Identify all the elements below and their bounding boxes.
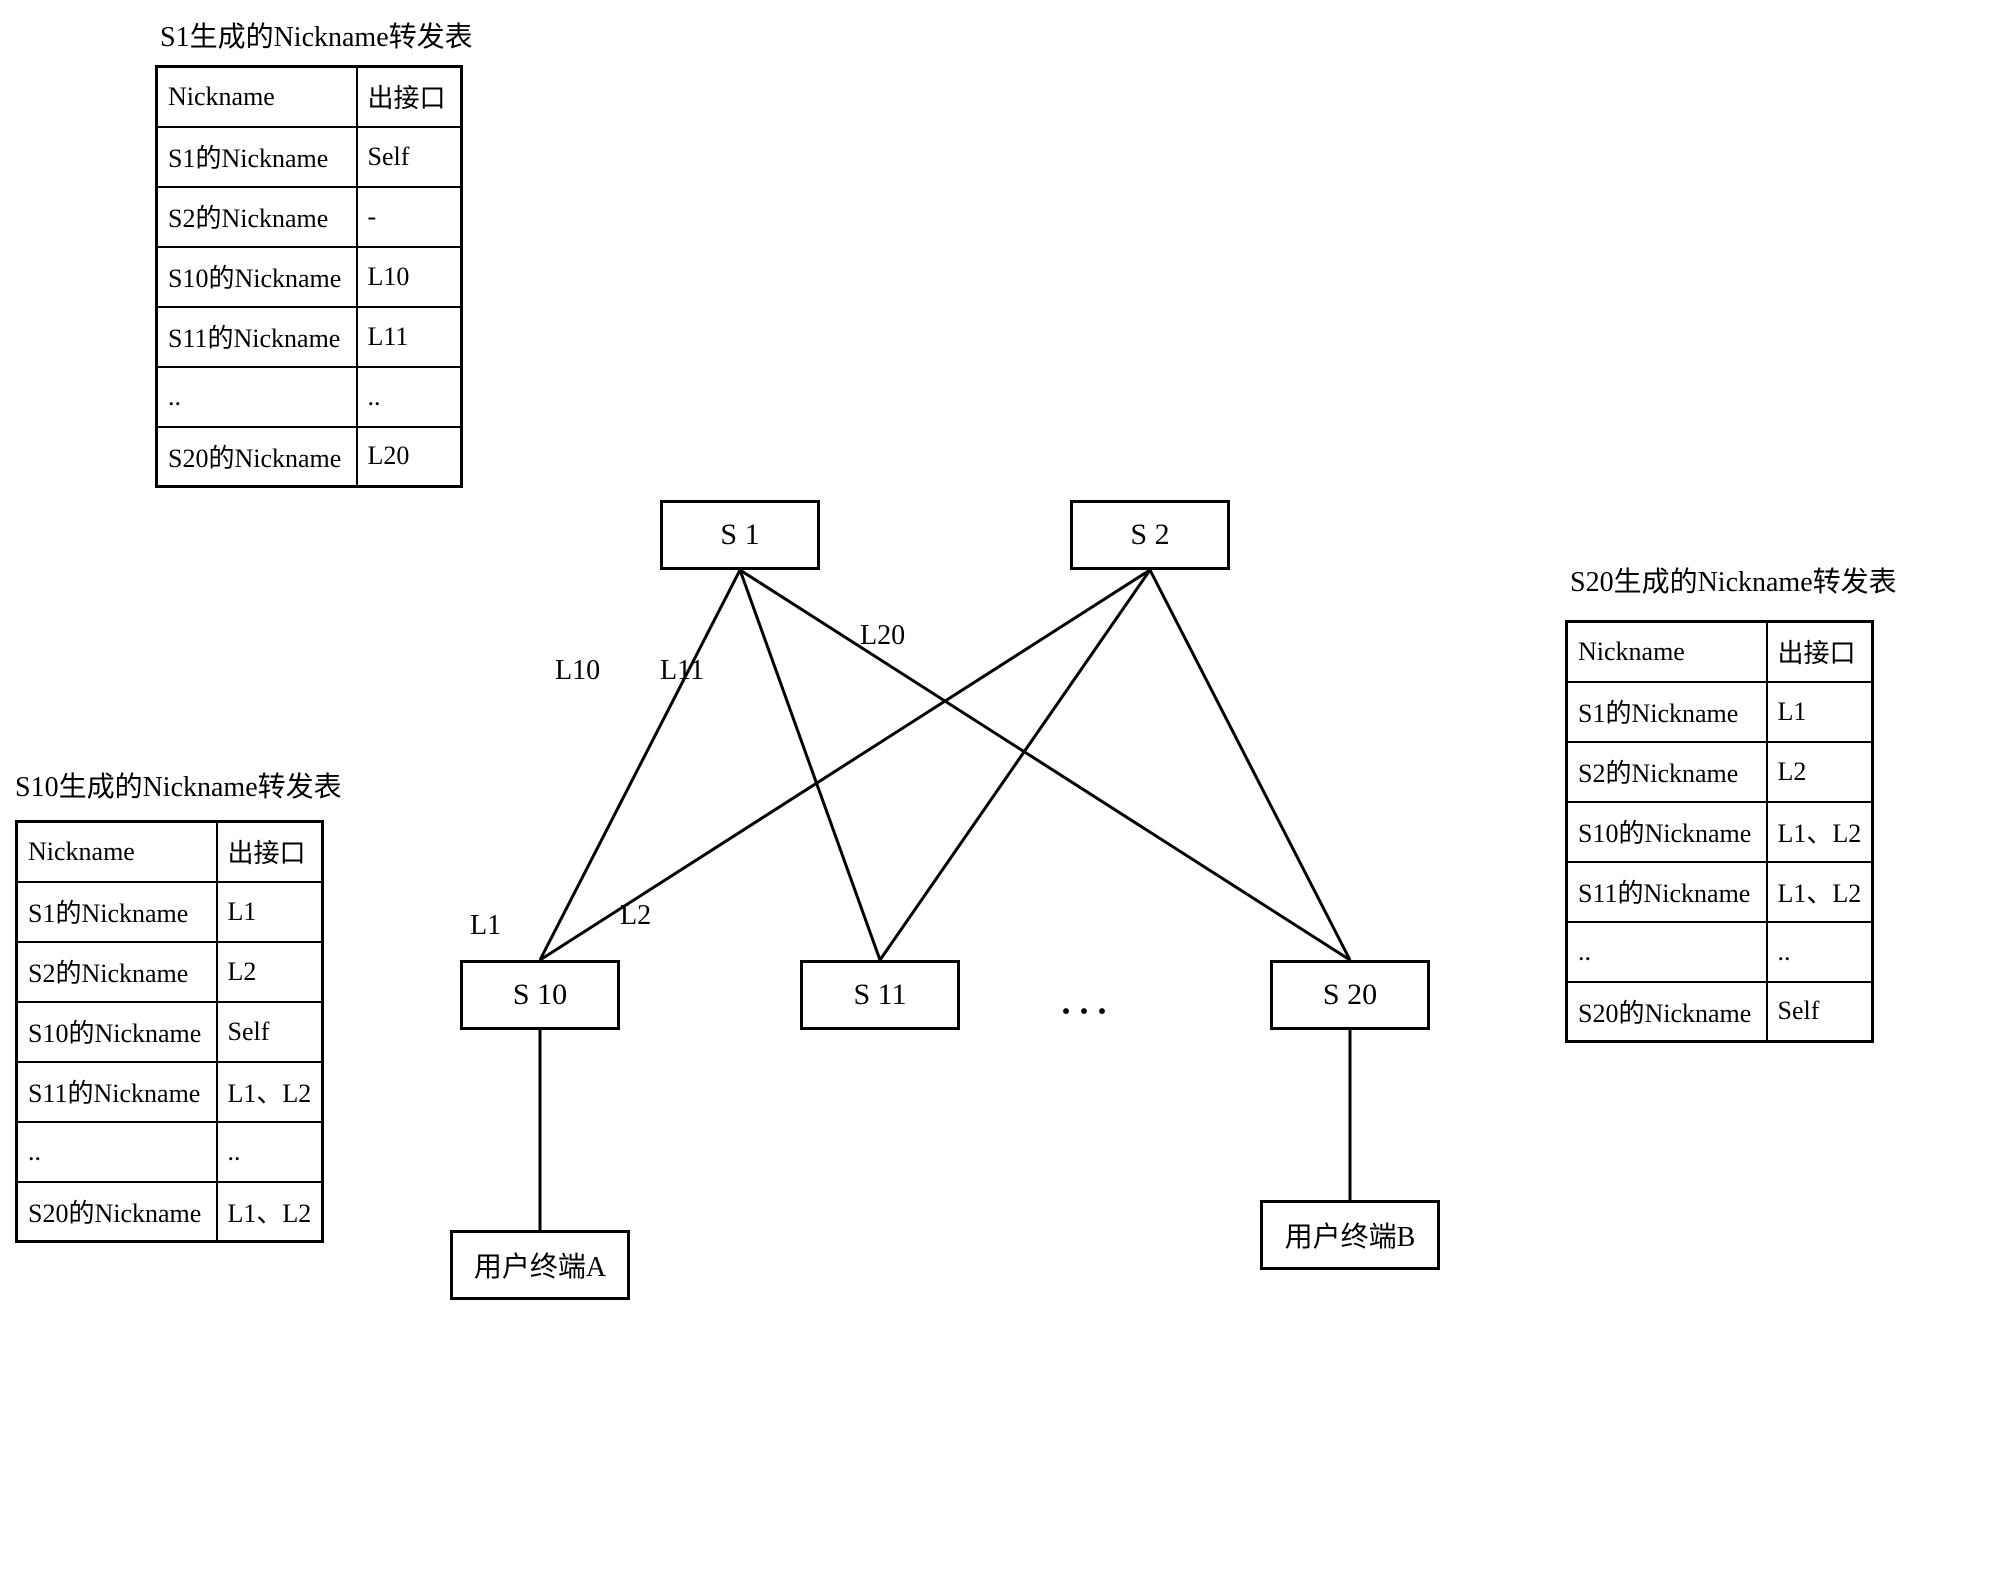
cell-interface: L1、L2 (1767, 802, 1873, 862)
node-s10: S 10 (460, 960, 620, 1030)
cell-interface: L2 (217, 942, 323, 1002)
table-row: S11的NicknameL1、L2 (17, 1062, 323, 1122)
cell-interface: L11 (357, 307, 462, 367)
table-s10-header-interface: 出接口 (217, 822, 323, 882)
cell-nickname: S20的Nickname (1567, 982, 1767, 1042)
node-terminal-b: 用户终端B (1260, 1200, 1440, 1270)
cell-interface: L2 (1767, 742, 1873, 802)
link-label-l2: L2 (620, 900, 651, 932)
node-s2: S 2 (1070, 500, 1230, 570)
table-row: S10的NicknameL10 (157, 247, 462, 307)
table-row: S20的NicknameL20 (157, 427, 462, 487)
table-row: S1的NicknameL1 (17, 882, 323, 942)
cell-nickname: S11的Nickname (17, 1062, 217, 1122)
cell-interface: .. (217, 1122, 323, 1182)
table-s20-header-nickname: Nickname (1567, 622, 1767, 682)
cell-nickname: .. (1567, 922, 1767, 982)
cell-nickname: S11的Nickname (1567, 862, 1767, 922)
cell-nickname: S11的Nickname (157, 307, 357, 367)
cell-interface: .. (357, 367, 462, 427)
cell-nickname: S2的Nickname (157, 187, 357, 247)
cell-interface: Self (357, 127, 462, 187)
cell-interface: L1、L2 (217, 1062, 323, 1122)
cell-nickname: S20的Nickname (17, 1182, 217, 1242)
cell-interface: L1、L2 (217, 1182, 323, 1242)
cell-interface: L20 (357, 427, 462, 487)
table-row: .... (17, 1122, 323, 1182)
link-label-l10: L10 (555, 655, 600, 687)
table-row: S11的NicknameL11 (157, 307, 462, 367)
table-row: .... (1567, 922, 1873, 982)
table-row: S20的NicknameL1、L2 (17, 1182, 323, 1242)
cell-interface: L1 (1767, 682, 1873, 742)
cell-nickname: S10的Nickname (157, 247, 357, 307)
cell-interface: Self (217, 1002, 323, 1062)
edge-s1-s11 (740, 570, 880, 960)
table-row: .... (157, 367, 462, 427)
node-s20: S 20 (1270, 960, 1430, 1030)
table-row: S20的NicknameSelf (1567, 982, 1873, 1042)
cell-interface: L1、L2 (1767, 862, 1873, 922)
cell-nickname: .. (157, 367, 357, 427)
table-s20-header-interface: 出接口 (1767, 622, 1873, 682)
cell-nickname: S1的Nickname (17, 882, 217, 942)
table-s20: Nickname 出接口 S1的NicknameL1 S2的NicknameL2… (1565, 620, 1874, 1043)
table-s10-header-nickname: Nickname (17, 822, 217, 882)
table-row: S2的Nickname- (157, 187, 462, 247)
table-s10-title: S10生成的Nickname转发表 (15, 765, 342, 805)
table-row: S2的NicknameL2 (1567, 742, 1873, 802)
table-row: S1的NicknameSelf (157, 127, 462, 187)
link-label-l1: L1 (470, 910, 501, 942)
table-s1-header-interface: 出接口 (357, 67, 462, 127)
cell-nickname: S10的Nickname (17, 1002, 217, 1062)
table-row: S11的NicknameL1、L2 (1567, 862, 1873, 922)
table-s20-title: S20生成的Nickname转发表 (1570, 560, 1897, 600)
table-row: S10的NicknameSelf (17, 1002, 323, 1062)
cell-nickname: S10的Nickname (1567, 802, 1767, 862)
link-label-l20: L20 (860, 620, 905, 652)
table-s1-header-nickname: Nickname (157, 67, 357, 127)
cell-nickname: S1的Nickname (157, 127, 357, 187)
node-terminal-a: 用户终端A (450, 1230, 630, 1300)
node-s11: S 11 (800, 960, 960, 1030)
cell-nickname: .. (17, 1122, 217, 1182)
table-s10: Nickname 出接口 S1的NicknameL1 S2的NicknameL2… (15, 820, 324, 1243)
edge-s2-s11 (880, 570, 1150, 960)
edge-s2-s20 (1150, 570, 1350, 960)
cell-nickname: S1的Nickname (1567, 682, 1767, 742)
cell-interface: .. (1767, 922, 1873, 982)
table-row: S2的NicknameL2 (17, 942, 323, 1002)
cell-nickname: S2的Nickname (17, 942, 217, 1002)
node-s1: S 1 (660, 500, 820, 570)
ellipsis-dots: ··· (1060, 990, 1114, 1032)
cell-nickname: S20的Nickname (157, 427, 357, 487)
cell-interface: L10 (357, 247, 462, 307)
edge-s1-s20 (740, 570, 1350, 960)
table-s1-title: S1生成的Nickname转发表 (160, 15, 473, 55)
cell-interface: - (357, 187, 462, 247)
link-label-l11: L11 (660, 655, 704, 687)
cell-interface: L1 (217, 882, 323, 942)
table-row: S1的NicknameL1 (1567, 682, 1873, 742)
cell-interface: Self (1767, 982, 1873, 1042)
table-s1: Nickname 出接口 S1的NicknameSelf S2的Nickname… (155, 65, 463, 488)
cell-nickname: S2的Nickname (1567, 742, 1767, 802)
table-row: S10的NicknameL1、L2 (1567, 802, 1873, 862)
